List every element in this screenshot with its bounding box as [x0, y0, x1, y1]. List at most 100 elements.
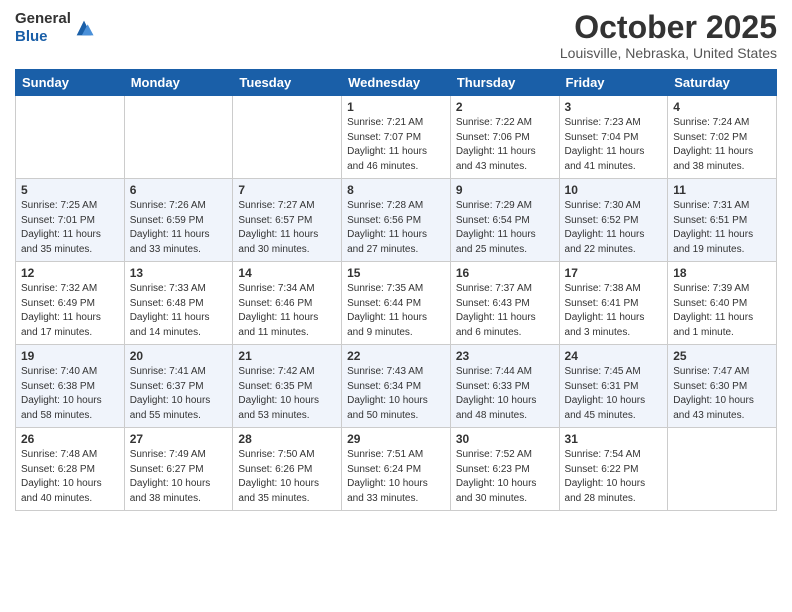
day-number: 20 [130, 349, 228, 363]
calendar-cell: 17 Sunrise: 7:38 AM Sunset: 6:41 PM Dayli… [559, 262, 668, 345]
day-number: 30 [456, 432, 554, 446]
day-number: 15 [347, 266, 445, 280]
day-info: Sunrise: 7:52 AM Sunset: 6:23 PM Dayligh… [456, 448, 554, 506]
day-info: Sunrise: 7:26 AM Sunset: 6:59 PM Dayligh… [130, 199, 228, 257]
day-info: Sunrise: 7:40 AM Sunset: 6:38 PM Dayligh… [21, 365, 119, 423]
calendar-cell: 29 Sunrise: 7:51 AM Sunset: 6:24 PM Dayli… [342, 428, 451, 511]
day-info: Sunrise: 7:51 AM Sunset: 6:24 PM Dayligh… [347, 448, 445, 506]
calendar-cell: 21Sunrise: 7:42 AM Sunset: 6:35 PM Dayli… [233, 345, 342, 428]
calendar-cell: 19 Sunrise: 7:40 AM Sunset: 6:38 PM Dayli… [16, 345, 125, 428]
col-tuesday: Tuesday [233, 70, 342, 96]
calendar-cell: 22 Sunrise: 7:43 AM Sunset: 6:34 PM Dayli… [342, 345, 451, 428]
col-friday: Friday [559, 70, 668, 96]
day-info: Sunrise: 7:30 AM Sunset: 6:52 PM Dayligh… [565, 199, 663, 257]
day-number: 6 [130, 183, 228, 197]
col-sunday: Sunday [16, 70, 125, 96]
col-thursday: Thursday [450, 70, 559, 96]
calendar-cell: 18 Sunrise: 7:39 AM Sunset: 6:40 PM Dayli… [668, 262, 777, 345]
day-number: 18 [673, 266, 771, 280]
day-number: 7 [238, 183, 336, 197]
calendar-table: Sunday Monday Tuesday Wednesday Thursday… [15, 69, 777, 511]
calendar-cell: 11 Sunrise: 7:31 AM Sunset: 6:51 PM Dayli… [668, 179, 777, 262]
page-container: General Blue October 2025 Louisville, Ne… [0, 0, 792, 521]
calendar-week-5: 26 Sunrise: 7:48 AM Sunset: 6:28 PM Dayli… [16, 428, 777, 511]
calendar-cell: 23 Sunrise: 7:44 AM Sunset: 6:33 PM Dayli… [450, 345, 559, 428]
calendar-cell: 26 Sunrise: 7:48 AM Sunset: 6:28 PM Dayli… [16, 428, 125, 511]
calendar-cell: 8Sunrise: 7:28 AM Sunset: 6:56 PM Daylig… [342, 179, 451, 262]
day-number: 17 [565, 266, 663, 280]
day-number: 14 [238, 266, 336, 280]
title-block: October 2025 Louisville, Nebraska, Unite… [560, 10, 777, 61]
location: Louisville, Nebraska, United States [560, 45, 777, 61]
day-info: Sunrise: 7:31 AM Sunset: 6:51 PM Dayligh… [673, 199, 771, 257]
day-number: 11 [673, 183, 771, 197]
day-number: 21 [238, 349, 336, 363]
day-number: 13 [130, 266, 228, 280]
day-info: Sunrise: 7:50 AM Sunset: 6:26 PM Dayligh… [238, 448, 336, 506]
calendar-cell: 16 Sunrise: 7:37 AM Sunset: 6:43 PM Dayli… [450, 262, 559, 345]
day-info: Sunrise: 7:37 AM Sunset: 6:43 PM Dayligh… [456, 282, 554, 340]
calendar-cell: 20 Sunrise: 7:41 AM Sunset: 6:37 PM Dayli… [124, 345, 233, 428]
day-info: Sunrise: 7:27 AM Sunset: 6:57 PM Dayligh… [238, 199, 336, 257]
day-info: Sunrise: 7:28 AM Sunset: 6:56 PM Dayligh… [347, 199, 445, 257]
calendar-cell [124, 96, 233, 179]
day-number: 19 [21, 349, 119, 363]
calendar-cell: 14Sunrise: 7:34 AM Sunset: 6:46 PM Dayli… [233, 262, 342, 345]
day-info: Sunrise: 7:38 AM Sunset: 6:41 PM Dayligh… [565, 282, 663, 340]
day-number: 3 [565, 100, 663, 114]
day-info: Sunrise: 7:49 AM Sunset: 6:27 PM Dayligh… [130, 448, 228, 506]
day-info: Sunrise: 7:23 AM Sunset: 7:04 PM Dayligh… [565, 116, 663, 174]
calendar-cell: 5Sunrise: 7:25 AM Sunset: 7:01 PM Daylig… [16, 179, 125, 262]
day-info: Sunrise: 7:33 AM Sunset: 6:48 PM Dayligh… [130, 282, 228, 340]
calendar-cell: 4Sunrise: 7:24 AM Sunset: 7:02 PM Daylig… [668, 96, 777, 179]
logo: General Blue [15, 10, 95, 46]
day-number: 31 [565, 432, 663, 446]
day-number: 24 [565, 349, 663, 363]
day-info: Sunrise: 7:48 AM Sunset: 6:28 PM Dayligh… [21, 448, 119, 506]
day-number: 16 [456, 266, 554, 280]
day-number: 22 [347, 349, 445, 363]
day-info: Sunrise: 7:24 AM Sunset: 7:02 PM Dayligh… [673, 116, 771, 174]
day-info: Sunrise: 7:44 AM Sunset: 6:33 PM Dayligh… [456, 365, 554, 423]
calendar-cell: 3 Sunrise: 7:23 AM Sunset: 7:04 PM Daylig… [559, 96, 668, 179]
calendar-cell: 25 Sunrise: 7:47 AM Sunset: 6:30 PM Dayli… [668, 345, 777, 428]
calendar-cell: 12Sunrise: 7:32 AM Sunset: 6:49 PM Dayli… [16, 262, 125, 345]
calendar-cell: 7 Sunrise: 7:27 AM Sunset: 6:57 PM Daylig… [233, 179, 342, 262]
calendar-cell: 1Sunrise: 7:21 AM Sunset: 7:07 PM Daylig… [342, 96, 451, 179]
calendar-cell: 9Sunrise: 7:29 AM Sunset: 6:54 PM Daylig… [450, 179, 559, 262]
day-info: Sunrise: 7:54 AM Sunset: 6:22 PM Dayligh… [565, 448, 663, 506]
day-number: 23 [456, 349, 554, 363]
day-number: 25 [673, 349, 771, 363]
calendar-cell: 13 Sunrise: 7:33 AM Sunset: 6:48 PM Dayli… [124, 262, 233, 345]
month-title: October 2025 [560, 10, 777, 45]
calendar-week-3: 12Sunrise: 7:32 AM Sunset: 6:49 PM Dayli… [16, 262, 777, 345]
day-number: 28 [238, 432, 336, 446]
header: General Blue October 2025 Louisville, Ne… [15, 10, 777, 61]
calendar-cell: 15Sunrise: 7:35 AM Sunset: 6:44 PM Dayli… [342, 262, 451, 345]
day-number: 29 [347, 432, 445, 446]
day-number: 27 [130, 432, 228, 446]
day-number: 26 [21, 432, 119, 446]
day-info: Sunrise: 7:39 AM Sunset: 6:40 PM Dayligh… [673, 282, 771, 340]
calendar-cell: 2Sunrise: 7:22 AM Sunset: 7:06 PM Daylig… [450, 96, 559, 179]
day-number: 10 [565, 183, 663, 197]
day-number: 1 [347, 100, 445, 114]
calendar-week-1: 1Sunrise: 7:21 AM Sunset: 7:07 PM Daylig… [16, 96, 777, 179]
header-row: Sunday Monday Tuesday Wednesday Thursday… [16, 70, 777, 96]
logo-icon [73, 17, 95, 39]
calendar-cell: 24 Sunrise: 7:45 AM Sunset: 6:31 PM Dayli… [559, 345, 668, 428]
day-info: Sunrise: 7:41 AM Sunset: 6:37 PM Dayligh… [130, 365, 228, 423]
day-info: Sunrise: 7:45 AM Sunset: 6:31 PM Dayligh… [565, 365, 663, 423]
calendar-cell: 6 Sunrise: 7:26 AM Sunset: 6:59 PM Daylig… [124, 179, 233, 262]
logo-blue: Blue [15, 28, 71, 46]
day-info: Sunrise: 7:32 AM Sunset: 6:49 PM Dayligh… [21, 282, 119, 340]
day-info: Sunrise: 7:43 AM Sunset: 6:34 PM Dayligh… [347, 365, 445, 423]
calendar-week-4: 19 Sunrise: 7:40 AM Sunset: 6:38 PM Dayli… [16, 345, 777, 428]
day-info: Sunrise: 7:47 AM Sunset: 6:30 PM Dayligh… [673, 365, 771, 423]
col-monday: Monday [124, 70, 233, 96]
day-number: 2 [456, 100, 554, 114]
calendar-cell: 10 Sunrise: 7:30 AM Sunset: 6:52 PM Dayli… [559, 179, 668, 262]
col-saturday: Saturday [668, 70, 777, 96]
day-number: 5 [21, 183, 119, 197]
calendar-cell [668, 428, 777, 511]
